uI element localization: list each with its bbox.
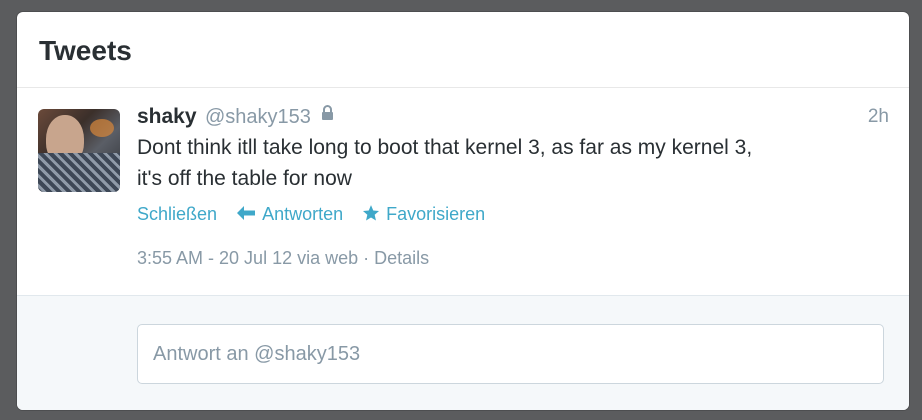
tweet-meta: 3:55 AM - 20 Jul 12 via web · Details [137,246,889,270]
avatar[interactable] [38,109,120,192]
close-button-label: Schließen [137,204,218,224]
avatar-shirt [38,153,120,192]
author-username[interactable]: @shaky153 [205,106,311,128]
tweet-time[interactable]: 2h [868,102,889,132]
close-button[interactable]: Schließen [137,201,217,227]
tweet-text-line-1: Dont think itll take long to boot that k… [137,136,753,159]
meta-separator: · [363,248,370,268]
details-link[interactable]: Details [374,248,429,268]
page-title: Tweets [39,35,132,66]
tweet-actions: Schließen Antworten Favorisieren [137,201,889,227]
reply-arrow-icon [237,206,256,221]
tweets-card: Tweets shaky @shaky153 2h Dont think itl… [17,12,909,410]
avatar-background [90,119,114,137]
reply-area: Antwort an @shaky153 [17,296,909,410]
tweet[interactable]: shaky @shaky153 2h Dont think itll take … [17,88,909,296]
tweet-author-row: shaky @shaky153 2h [137,102,889,132]
tweet-text: Dont think itll take long to boot that k… [137,132,857,194]
tweet-text-line-2: it's off the table for now [137,167,352,190]
tweets-header: Tweets [17,12,909,88]
tweet-content: shaky @shaky153 2h Dont think itll take … [137,102,889,270]
tweet-source: via web [297,248,359,268]
tweet-timestamp[interactable]: 3:55 AM - 20 Jul 12 [137,248,292,268]
author-fullname[interactable]: shaky [137,105,197,128]
star-icon [363,205,380,221]
reply-input[interactable]: Antwort an @shaky153 [137,324,884,384]
favorite-button[interactable]: Favorisieren [362,201,485,227]
lock-icon [321,102,334,132]
favorite-button-label: Favorisieren [386,204,486,224]
reply-button[interactable]: Antworten [236,201,343,227]
reply-button-label: Antworten [262,204,344,224]
